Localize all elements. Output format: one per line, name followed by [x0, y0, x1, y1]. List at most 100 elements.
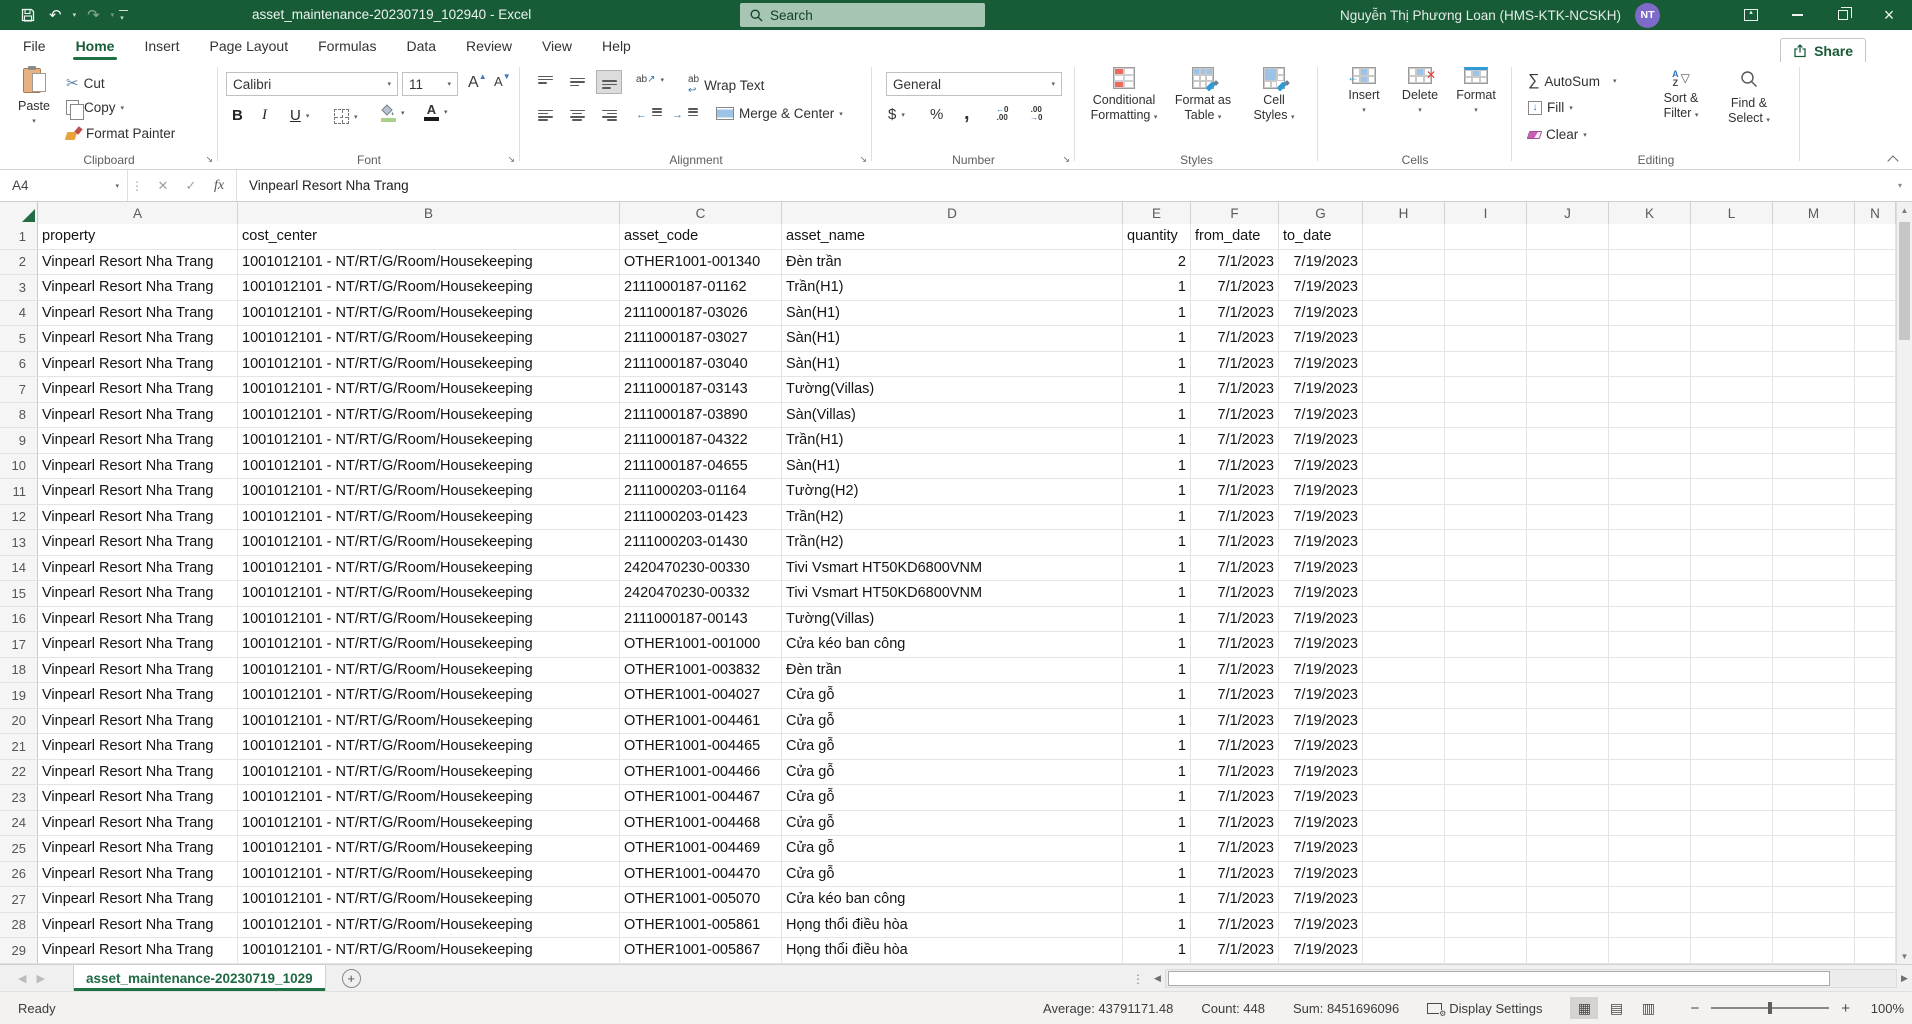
tab-data[interactable]: Data	[391, 31, 451, 61]
cell-C7[interactable]: 2111000187-03143	[620, 377, 782, 403]
cell-F19[interactable]: 7/1/2023	[1191, 683, 1279, 709]
cell-K29[interactable]	[1609, 938, 1691, 964]
cell-J8[interactable]	[1527, 403, 1609, 429]
cell-K19[interactable]	[1609, 683, 1691, 709]
cell-F23[interactable]: 7/1/2023	[1191, 785, 1279, 811]
cell-B3[interactable]: 1001012101 - NT/RT/G/Room/Housekeeping	[238, 275, 620, 301]
cell-I15[interactable]	[1445, 581, 1527, 607]
wrap-text-button[interactable]: ab↩ Wrap Text	[688, 74, 764, 96]
cell-C29[interactable]: OTHER1001-005867	[620, 938, 782, 964]
cell-L6[interactable]	[1691, 352, 1773, 378]
cell-N5[interactable]	[1855, 326, 1896, 352]
cell-C19[interactable]: OTHER1001-004027	[620, 683, 782, 709]
cell-I6[interactable]	[1445, 352, 1527, 378]
sort-filter-button[interactable]: AZ▽ Sort & Filter ▾	[1650, 70, 1712, 123]
cell-I26[interactable]	[1445, 862, 1527, 888]
row-header-25[interactable]: 25	[0, 836, 38, 862]
cell-L1[interactable]	[1691, 224, 1773, 250]
column-header-H[interactable]: H	[1363, 202, 1445, 224]
cell-C22[interactable]: OTHER1001-004466	[620, 760, 782, 786]
cell-K28[interactable]	[1609, 913, 1691, 939]
cell-F14[interactable]: 7/1/2023	[1191, 556, 1279, 582]
cell-H7[interactable]	[1363, 377, 1445, 403]
cell-B1[interactable]: cost_center	[238, 224, 620, 250]
cell-D16[interactable]: Tường(Villas)	[782, 607, 1123, 633]
cell-M14[interactable]	[1773, 556, 1855, 582]
merge-center-button[interactable]: Merge & Center ▾	[716, 106, 843, 121]
cell-G22[interactable]: 7/19/2023	[1279, 760, 1363, 786]
cell-J9[interactable]	[1527, 428, 1609, 454]
cell-D27[interactable]: Cửa kéo ban công	[782, 887, 1123, 913]
cell-D18[interactable]: Đèn trần	[782, 658, 1123, 684]
cell-L5[interactable]	[1691, 326, 1773, 352]
cell-N11[interactable]	[1855, 479, 1896, 505]
column-header-G[interactable]: G	[1279, 202, 1363, 224]
cell-J15[interactable]	[1527, 581, 1609, 607]
cell-M24[interactable]	[1773, 811, 1855, 837]
scroll-down-icon[interactable]: ▼	[1897, 948, 1912, 964]
vertical-scrollbar[interactable]: ▲ ▼	[1896, 202, 1912, 964]
cell-N23[interactable]	[1855, 785, 1896, 811]
cell-H3[interactable]	[1363, 275, 1445, 301]
font-size-select[interactable]: 11▾	[402, 72, 458, 96]
cell-M8[interactable]	[1773, 403, 1855, 429]
cell-F11[interactable]: 7/1/2023	[1191, 479, 1279, 505]
cell-A22[interactable]: Vinpearl Resort Nha Trang	[38, 760, 238, 786]
cell-H16[interactable]	[1363, 607, 1445, 633]
cell-J24[interactable]	[1527, 811, 1609, 837]
cell-C18[interactable]: OTHER1001-003832	[620, 658, 782, 684]
cell-H22[interactable]	[1363, 760, 1445, 786]
middle-align-button[interactable]	[564, 70, 590, 94]
tab-home[interactable]: Home	[61, 31, 130, 61]
cell-G12[interactable]: 7/19/2023	[1279, 505, 1363, 531]
cell-F20[interactable]: 7/1/2023	[1191, 709, 1279, 735]
cell-E11[interactable]: 1	[1123, 479, 1191, 505]
cell-I4[interactable]	[1445, 301, 1527, 327]
cell-N19[interactable]	[1855, 683, 1896, 709]
cell-J6[interactable]	[1527, 352, 1609, 378]
cell-B4[interactable]: 1001012101 - NT/RT/G/Room/Housekeeping	[238, 301, 620, 327]
cell-D21[interactable]: Cửa gỗ	[782, 734, 1123, 760]
cell-L22[interactable]	[1691, 760, 1773, 786]
cell-C10[interactable]: 2111000187-04655	[620, 454, 782, 480]
cell-E3[interactable]: 1	[1123, 275, 1191, 301]
row-header-4[interactable]: 4	[0, 301, 38, 327]
cell-H21[interactable]	[1363, 734, 1445, 760]
cell-N13[interactable]	[1855, 530, 1896, 556]
column-header-A[interactable]: A	[38, 202, 238, 224]
hscroll-left-icon[interactable]: ◀	[1150, 969, 1165, 988]
cell-C24[interactable]: OTHER1001-004468	[620, 811, 782, 837]
cell-H28[interactable]	[1363, 913, 1445, 939]
cell-L29[interactable]	[1691, 938, 1773, 964]
increase-indent-button[interactable]: →	[672, 108, 698, 121]
cell-L2[interactable]	[1691, 250, 1773, 276]
cell-M22[interactable]	[1773, 760, 1855, 786]
cell-D29[interactable]: Họng thổi điều hòa	[782, 938, 1123, 964]
cell-A11[interactable]: Vinpearl Resort Nha Trang	[38, 479, 238, 505]
cell-L23[interactable]	[1691, 785, 1773, 811]
cell-I20[interactable]	[1445, 709, 1527, 735]
cell-I27[interactable]	[1445, 887, 1527, 913]
increase-decimal-button[interactable]: ←0.00	[996, 106, 1008, 122]
cell-L17[interactable]	[1691, 632, 1773, 658]
autosum-button[interactable]: ∑ AutoSum ▾	[1528, 72, 1616, 90]
cell-F16[interactable]: 7/1/2023	[1191, 607, 1279, 633]
cell-E24[interactable]: 1	[1123, 811, 1191, 837]
cell-F3[interactable]: 7/1/2023	[1191, 275, 1279, 301]
cell-I10[interactable]	[1445, 454, 1527, 480]
cell-N14[interactable]	[1855, 556, 1896, 582]
share-button[interactable]: Share	[1780, 38, 1866, 64]
cell-L11[interactable]	[1691, 479, 1773, 505]
cell-D6[interactable]: Sàn(H1)	[782, 352, 1123, 378]
cell-G14[interactable]: 7/19/2023	[1279, 556, 1363, 582]
cell-G28[interactable]: 7/19/2023	[1279, 913, 1363, 939]
row-header-2[interactable]: 2	[0, 250, 38, 276]
cell-A13[interactable]: Vinpearl Resort Nha Trang	[38, 530, 238, 556]
cell-N2[interactable]	[1855, 250, 1896, 276]
row-header-7[interactable]: 7	[0, 377, 38, 403]
cell-H29[interactable]	[1363, 938, 1445, 964]
cell-K24[interactable]	[1609, 811, 1691, 837]
cell-K9[interactable]	[1609, 428, 1691, 454]
cell-E19[interactable]: 1	[1123, 683, 1191, 709]
cell-L28[interactable]	[1691, 913, 1773, 939]
